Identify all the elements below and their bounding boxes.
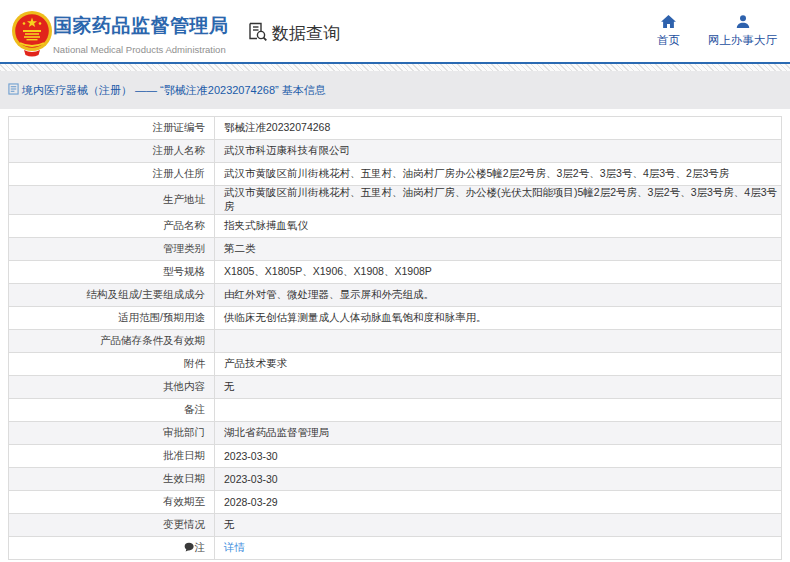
row-value: 武汉市黄陂区前川街桃花村、五里村、油岗村厂房、办公楼(光伏太阳能项目)5幢2层2… (215, 186, 782, 215)
table-row: 审批部门湖北省药品监督管理局 (9, 422, 782, 445)
row-label: 备注 (9, 399, 215, 422)
detail-link[interactable]: 详情 (224, 541, 245, 553)
row-label: 注册人名称 (9, 140, 215, 163)
home-icon (661, 15, 676, 30)
row-value: 无 (215, 376, 782, 399)
row-value: 武汉市科迈康科技有限公司 (215, 140, 782, 163)
note-icon (184, 542, 194, 554)
org-name-en: National Medical Products Administration (53, 44, 229, 55)
row-label-text: 产品名称 (163, 219, 205, 231)
row-value: 第二类 (215, 238, 782, 261)
table-row: 生产地址武汉市黄陂区前川街桃花村、五里村、油岗村厂房、办公楼(光伏太阳能项目)5… (9, 186, 782, 215)
user-icon (736, 15, 750, 30)
nav-service-hall[interactable]: 网上办事大厅 (708, 15, 777, 48)
table-row: 变更情况无 (9, 514, 782, 537)
national-emblem-icon (11, 9, 53, 62)
table-row: 产品名称指夹式脉搏血氧仪 (9, 215, 782, 238)
table-row: 有效期至 2028-03-29 (9, 491, 782, 514)
table-row: 适用范围/预期用途供临床无创估算测量成人人体动脉血氧饱和度和脉率用。 (9, 307, 782, 330)
row-value: 产品技术要求 (215, 353, 782, 376)
row-label: 型号规格 (9, 261, 215, 284)
info-table: 注册证编号鄂械注准20232074268注册人名称武汉市科迈康科技有限公司注册人… (8, 116, 782, 560)
row-value: X1805、X1805P、X1906、X1908、X1908P (215, 261, 782, 284)
row-value (215, 399, 782, 422)
row-value: 鄂械注准20232074268 (215, 117, 782, 140)
table-row: 型号规格 X1805、X1805P、X1906、X1908、X1908P (9, 261, 782, 284)
row-label-text: 生效日期 (163, 472, 205, 484)
row-label: 生效日期 (9, 468, 215, 491)
table-row: 其他内容无 (9, 376, 782, 399)
row-value: 武汉市黄陂区前川街桃花村、五里村、油岗村厂房办公楼5幢2层2号房、3层2号、3层… (215, 163, 782, 186)
row-label: 批准日期 (9, 445, 215, 468)
row-label-text: 产品储存条件及有效期 (100, 334, 205, 346)
row-label: 结构及组成/主要组成成分 (9, 284, 215, 307)
row-label-text: 型号规格 (163, 265, 205, 277)
row-value: 无 (215, 514, 782, 537)
table-row: 生效日期 2023-03-30 (9, 468, 782, 491)
row-value: 详情 (215, 537, 782, 560)
row-label: 注 (9, 537, 215, 560)
table-row: 附件产品技术要求 (9, 353, 782, 376)
row-label-text: 管理类别 (163, 242, 205, 254)
row-value: 2023-03-30 (215, 445, 782, 468)
table-row: 批准日期 2023-03-30 (9, 445, 782, 468)
row-label-text: 注册人名称 (153, 144, 206, 156)
row-value: 供临床无创估算测量成人人体动脉血氧饱和度和脉率用。 (215, 307, 782, 330)
nav-service-hall-label: 网上办事大厅 (708, 33, 777, 48)
row-value (215, 330, 782, 353)
info-table-wrap: 注册证编号鄂械注准20232074268注册人名称武汉市科迈康科技有限公司注册人… (8, 116, 782, 560)
table-row: 注册人住所武汉市黄陂区前川街桃花村、五里村、油岗村厂房办公楼5幢2层2号房、3层… (9, 163, 782, 186)
row-label-text: 生产地址 (163, 193, 205, 205)
row-label-text: 附件 (184, 357, 205, 369)
row-label: 生产地址 (9, 186, 215, 215)
row-label-text: 结构及组成/主要组成成分 (87, 288, 205, 300)
row-label-text: 适用范围/预期用途 (118, 311, 205, 323)
header: 国家药品监督管理局 National Medical Products Admi… (0, 0, 790, 64)
breadcrumb: 境内医疗器械（注册） —— “鄂械注准20232074268” 基本信息 (0, 71, 790, 109)
row-label: 其他内容 (9, 376, 215, 399)
nav-home[interactable]: 首页 (657, 15, 680, 48)
row-label-text: 变更情况 (163, 518, 205, 530)
row-value: 2023-03-30 (215, 468, 782, 491)
row-label-text: 注册证编号 (153, 121, 206, 133)
row-label: 注册人住所 (9, 163, 215, 186)
section-title: 数据查询 (272, 22, 340, 45)
breadcrumb-text: 境内医疗器械（注册） —— “鄂械注准20232074268” 基本信息 (22, 83, 326, 98)
row-label-text: 有效期至 (163, 495, 205, 507)
table-row: 产品储存条件及有效期 (9, 330, 782, 353)
row-label: 产品名称 (9, 215, 215, 238)
row-value: 由红外对管、微处理器、显示屏和外壳组成。 (215, 284, 782, 307)
row-label: 附件 (9, 353, 215, 376)
row-label-text: 批准日期 (163, 449, 205, 461)
row-label: 管理类别 (9, 238, 215, 261)
row-label: 适用范围/预期用途 (9, 307, 215, 330)
row-value: 湖北省药品监督管理局 (215, 422, 782, 445)
row-label: 有效期至 (9, 491, 215, 514)
row-label: 变更情况 (9, 514, 215, 537)
row-label-text: 注 (195, 541, 206, 553)
nav-home-label: 首页 (657, 33, 680, 48)
top-nav: 首页 网上办事大厅 (657, 15, 777, 48)
row-label-text: 备注 (184, 403, 205, 415)
row-value: 指夹式脉搏血氧仪 (215, 215, 782, 238)
row-label: 注册证编号 (9, 117, 215, 140)
row-label-text: 其他内容 (163, 380, 205, 392)
hatch-divider (0, 64, 790, 71)
data-query-icon (247, 21, 268, 46)
document-icon (8, 83, 19, 97)
row-value: 2028-03-29 (215, 491, 782, 514)
org-name: 国家药品监督管理局 (53, 13, 229, 39)
row-label: 审批部门 (9, 422, 215, 445)
table-row: 注册证编号鄂械注准20232074268 (9, 117, 782, 140)
row-label-text: 注册人住所 (153, 167, 206, 179)
row-label: 产品储存条件及有效期 (9, 330, 215, 353)
row-label-text: 审批部门 (163, 426, 205, 438)
table-row: 备注 (9, 399, 782, 422)
table-row: 注册人名称武汉市科迈康科技有限公司 (9, 140, 782, 163)
table-row: 结构及组成/主要组成成分由红外对管、微处理器、显示屏和外壳组成。 (9, 284, 782, 307)
table-row: 注 详情 (9, 537, 782, 560)
table-row: 管理类别第二类 (9, 238, 782, 261)
